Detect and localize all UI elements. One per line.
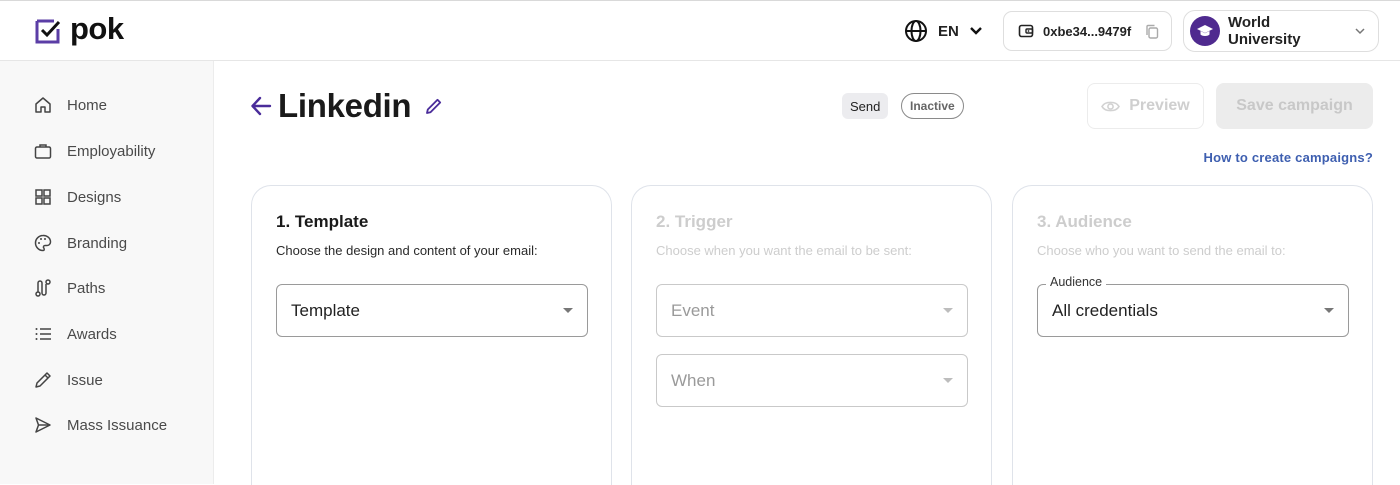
language-code: EN (938, 22, 959, 40)
sidebar-item-label: Designs (67, 188, 122, 206)
chevron-down-icon (969, 27, 982, 35)
card-subtitle: Choose the design and content of your em… (276, 243, 538, 258)
wallet-address: 0xbe34...9479f (1043, 23, 1132, 39)
caret-down-icon (943, 308, 953, 313)
sidebar-item-issue[interactable]: Issue (34, 368, 103, 392)
list-icon (34, 325, 52, 343)
sidebar-item-employability[interactable]: Employability (34, 139, 155, 163)
sidebar-item-designs[interactable]: Designs (34, 185, 121, 209)
preview-button-label: Preview (1129, 97, 1190, 114)
save-campaign-button[interactable]: Save campaign (1216, 83, 1373, 129)
logo[interactable]: pok (34, 11, 124, 46)
caret-down-icon (1324, 308, 1334, 313)
sidebar-item-label: Paths (67, 279, 106, 297)
grid-icon (34, 188, 52, 206)
type-badge: Send (842, 93, 889, 119)
caret-down-icon (943, 378, 953, 383)
when-select[interactable]: When (656, 354, 968, 407)
audience-select[interactable]: All credentials (1037, 284, 1349, 337)
copy-icon[interactable] (1145, 24, 1159, 39)
audience-select-label: Audience (1046, 275, 1107, 289)
audience-select-value: All credentials (1052, 300, 1158, 320)
path-icon (34, 279, 52, 297)
palette-icon (34, 234, 52, 252)
wallet-icon (1018, 24, 1034, 38)
help-link[interactable]: How to create campaigns? (1203, 150, 1373, 165)
template-card: 1. Template Choose the design and conten… (251, 185, 612, 485)
event-select[interactable]: Event (656, 284, 968, 337)
sidebar-item-label: Mass Issuance (67, 416, 168, 434)
graduation-cap-icon (1197, 25, 1213, 36)
language-selector[interactable]: EN (904, 17, 983, 45)
title-row: Linkedin (250, 86, 443, 126)
send-icon (34, 416, 52, 434)
card-title: 1. Template (276, 212, 369, 231)
sidebar-item-paths[interactable]: Paths (34, 276, 105, 300)
globe-icon (905, 20, 927, 42)
sidebar-item-mass-issuance[interactable]: Mass Issuance (34, 413, 167, 437)
card-subtitle: Choose when you want the email to be sen… (656, 243, 912, 258)
card-subtitle: Choose who you want to send the email to… (1037, 243, 1286, 258)
sidebar: Home Employability Designs Branding Path… (0, 61, 214, 484)
logo-mark-icon (35, 19, 61, 44)
sidebar-item-label: Awards (67, 325, 117, 343)
edit-pencil-icon[interactable] (425, 97, 443, 115)
sidebar-item-branding[interactable]: Branding (34, 231, 127, 255)
wallet-address-box[interactable]: 0xbe34...9479f (1003, 11, 1172, 51)
back-arrow-icon[interactable] (250, 95, 272, 117)
sidebar-item-label: Home (67, 96, 108, 114)
event-select-placeholder: Event (671, 300, 715, 320)
template-select-value: Template (291, 300, 360, 320)
sidebar-item-label: Branding (67, 234, 128, 252)
template-select[interactable]: Template (276, 284, 588, 337)
org-name: World University (1228, 14, 1301, 48)
sidebar-item-home[interactable]: Home (34, 93, 107, 117)
caret-down-icon (563, 308, 573, 313)
organization-selector[interactable]: World University (1183, 10, 1379, 52)
page-title: Linkedin (278, 87, 412, 124)
when-select-placeholder: When (671, 370, 716, 390)
top-header: pok EN 0xbe34...9479f World University (0, 0, 1400, 61)
card-title: 3. Audience (1037, 212, 1132, 231)
home-icon (34, 96, 52, 114)
sidebar-item-label: Issue (67, 371, 103, 389)
card-title: 2. Trigger (656, 212, 733, 231)
eye-icon (1101, 101, 1121, 111)
pencil-icon (34, 371, 52, 389)
briefcase-icon (34, 142, 52, 160)
status-badge: Inactive (901, 93, 964, 119)
sidebar-item-label: Employability (67, 142, 156, 160)
preview-button[interactable]: Preview (1087, 83, 1204, 129)
audience-card: 3. Audience Choose who you want to send … (1012, 185, 1373, 485)
sidebar-item-awards[interactable]: Awards (34, 322, 117, 346)
logo-text: pok (70, 11, 124, 46)
chevron-down-icon (1355, 28, 1365, 35)
org-avatar (1190, 16, 1220, 46)
trigger-card: 2. Trigger Choose when you want the emai… (631, 185, 992, 485)
